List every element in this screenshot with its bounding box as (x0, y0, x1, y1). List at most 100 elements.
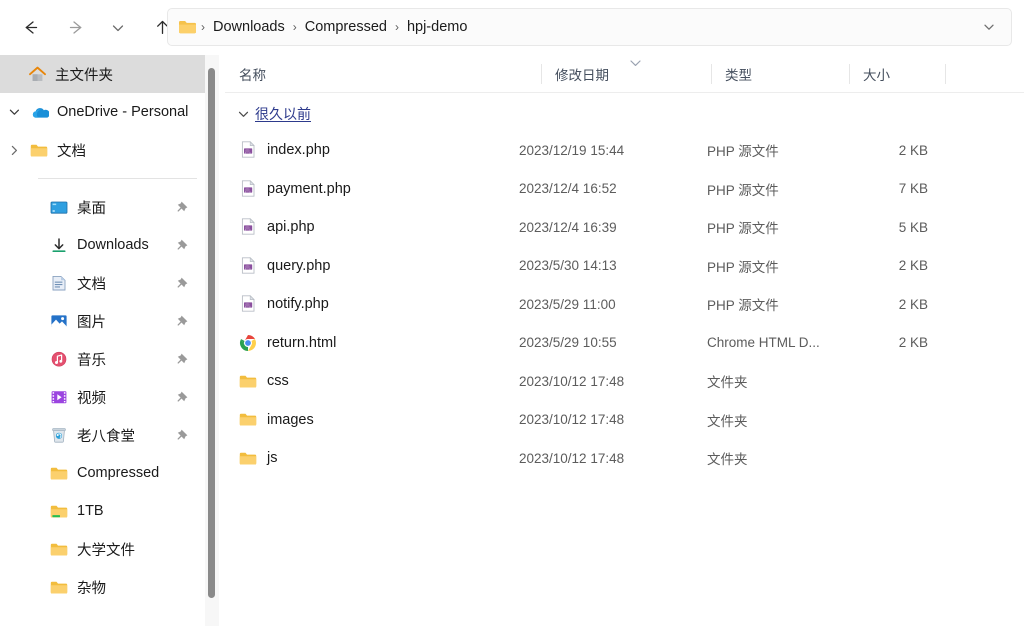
sidebar-item-9[interactable]: 视频 (2, 378, 199, 416)
column-divider-4[interactable] (945, 64, 946, 84)
column-headers: 名称 修改日期 类型 大小 (225, 55, 1024, 93)
pin-icon (177, 315, 188, 326)
table-row[interactable]: api.php 2023/12/4 16:39 PHP 源文件 5 KB (225, 208, 1024, 247)
navigation-sidebar[interactable]: 主文件夹 OneDrive - Personal 文档 桌面 Downloads (0, 55, 205, 626)
chevron-down-icon[interactable] (233, 108, 253, 121)
table-row[interactable]: css 2023/10/12 17:48 文件夹 (225, 362, 1024, 401)
column-header-date-modified[interactable]: 修改日期 (541, 55, 711, 93)
downloads-icon (52, 238, 66, 253)
table-row[interactable]: images 2023/10/12 17:48 文件夹 (225, 401, 1024, 440)
chevron-down-icon[interactable] (2, 93, 26, 131)
breadcrumb-item-hpj-demo[interactable]: hpj-demo (401, 16, 473, 38)
chevron-down-icon (112, 24, 124, 31)
pin-icon (177, 277, 188, 288)
table-row[interactable]: payment.php 2023/12/4 16:52 PHP 源文件 7 KB (225, 170, 1024, 209)
file-date-cell: 2023/12/19 15:44 (519, 142, 625, 158)
desktop-icon (50, 201, 68, 214)
file-type-cell: PHP 源文件 (707, 221, 779, 237)
sidebar-item-12[interactable]: 1TB (2, 492, 199, 530)
pin-icon (177, 353, 188, 364)
sidebar-scrollbar-track[interactable] (205, 55, 219, 626)
pin-icon (177, 239, 188, 250)
sidebar-item-6[interactable]: 文档 (2, 264, 199, 302)
sidebar-item-label: Downloads (77, 237, 149, 253)
sidebar-item-8[interactable]: 音乐 (2, 340, 199, 378)
sidebar-item-13[interactable]: 大学文件 (2, 530, 199, 568)
php-file-icon (241, 179, 255, 197)
folder-icon (30, 144, 48, 156)
file-date-cell: 2023/10/12 17:48 (519, 450, 625, 466)
recent-locations-button[interactable] (100, 11, 136, 45)
file-name-cell[interactable]: return.html (239, 333, 336, 353)
documents-icon (52, 275, 66, 291)
downloads-icon (46, 237, 72, 253)
php-file-icon (241, 295, 255, 312)
file-name-cell[interactable]: css (239, 371, 289, 391)
column-header-name-label: 名称 (239, 68, 266, 83)
file-name-label: payment.php (267, 180, 351, 197)
breadcrumb-separator-1: › (292, 20, 297, 34)
table-row[interactable]: js 2023/10/12 17:48 文件夹 (225, 439, 1024, 478)
column-header-name[interactable]: 名称 (225, 55, 541, 93)
sidebar-item-label: 图片 (77, 314, 106, 331)
file-name-cell[interactable]: query.php (239, 256, 330, 276)
file-name-cell[interactable]: api.php (239, 217, 315, 237)
forward-button[interactable] (58, 11, 94, 45)
sidebar-item-label: 主文件夹 (55, 67, 113, 84)
pin-icon[interactable] (175, 314, 189, 333)
sidebar-item-label: 1TB (77, 503, 104, 519)
file-type-cell: PHP 源文件 (707, 144, 779, 160)
sidebar-item-1[interactable]: OneDrive - Personal (2, 93, 199, 131)
chevron-expanded (9, 109, 19, 115)
address-bar[interactable]: › Downloads › Compressed › hpj-demo (167, 8, 1012, 46)
onedrive-cloud-icon (32, 107, 49, 118)
navigation-toolbar: › Downloads › Compressed › hpj-demo (0, 0, 1024, 55)
sidebar-item-7[interactable]: 图片 (2, 302, 199, 340)
column-header-size[interactable]: 大小 (849, 55, 945, 93)
file-name-cell[interactable]: payment.php (239, 179, 351, 199)
folder-icon[interactable] (178, 19, 197, 35)
file-name-cell[interactable]: images (239, 410, 314, 430)
file-name-cell[interactable]: js (239, 448, 277, 468)
breadcrumb-item-compressed[interactable]: Compressed (299, 16, 393, 38)
sidebar-item-2[interactable]: 文档 (2, 131, 199, 169)
chevron-right-icon[interactable] (2, 131, 26, 169)
file-name-label: images (267, 411, 314, 428)
file-name-cell[interactable]: notify.php (239, 294, 329, 314)
breadcrumb: › Downloads › Compressed › hpj-demo (199, 9, 981, 45)
videos-icon (51, 391, 67, 404)
pin-icon[interactable] (175, 352, 189, 371)
breadcrumb-item-downloads[interactable]: Downloads (207, 16, 291, 38)
pin-icon[interactable] (175, 428, 189, 447)
php-file-icon (239, 179, 257, 199)
sidebar-item-4[interactable]: 桌面 (2, 188, 199, 226)
address-dropdown-button[interactable] (981, 19, 997, 35)
pin-icon[interactable] (175, 276, 189, 295)
sidebar-scrollbar-thumb[interactable] (208, 68, 215, 598)
sidebar-item-10[interactable]: 老八食堂 (2, 416, 199, 454)
table-row[interactable]: return.html 2023/5/29 10:55 Chrome HTML D.… (225, 324, 1024, 363)
sidebar-item-5[interactable]: Downloads (2, 226, 199, 264)
sidebar-item-11[interactable]: Compressed (2, 454, 199, 492)
file-name-cell[interactable]: index.php (239, 140, 330, 160)
php-file-icon (239, 140, 257, 160)
column-header-type[interactable]: 类型 (711, 55, 849, 93)
desktop-icon (46, 200, 72, 215)
sidebar-item-label: 文档 (57, 143, 86, 160)
folder-icon (26, 143, 52, 158)
group-header-long-ago[interactable]: 很久以前 (225, 97, 1024, 131)
table-row[interactable]: index.php 2023/12/19 15:44 PHP 源文件 2 KB (225, 131, 1024, 170)
pin-icon (177, 391, 188, 402)
table-row[interactable]: notify.php 2023/5/29 11:00 PHP 源文件 2 KB (225, 285, 1024, 324)
chevron-collapsed (11, 145, 17, 155)
pin-icon[interactable] (175, 238, 189, 257)
folder-icon (46, 542, 72, 557)
sidebar-item-14[interactable]: 杂物 (2, 568, 199, 606)
table-row[interactable]: query.php 2023/5/30 14:13 PHP 源文件 2 KB (225, 247, 1024, 286)
pin-icon[interactable] (175, 390, 189, 409)
back-button[interactable] (12, 11, 48, 45)
folder-icon (239, 452, 257, 465)
pin-icon[interactable] (175, 200, 189, 219)
file-date-cell: 2023/5/29 10:55 (519, 335, 617, 351)
sidebar-item-0[interactable]: 主文件夹 (0, 55, 205, 93)
